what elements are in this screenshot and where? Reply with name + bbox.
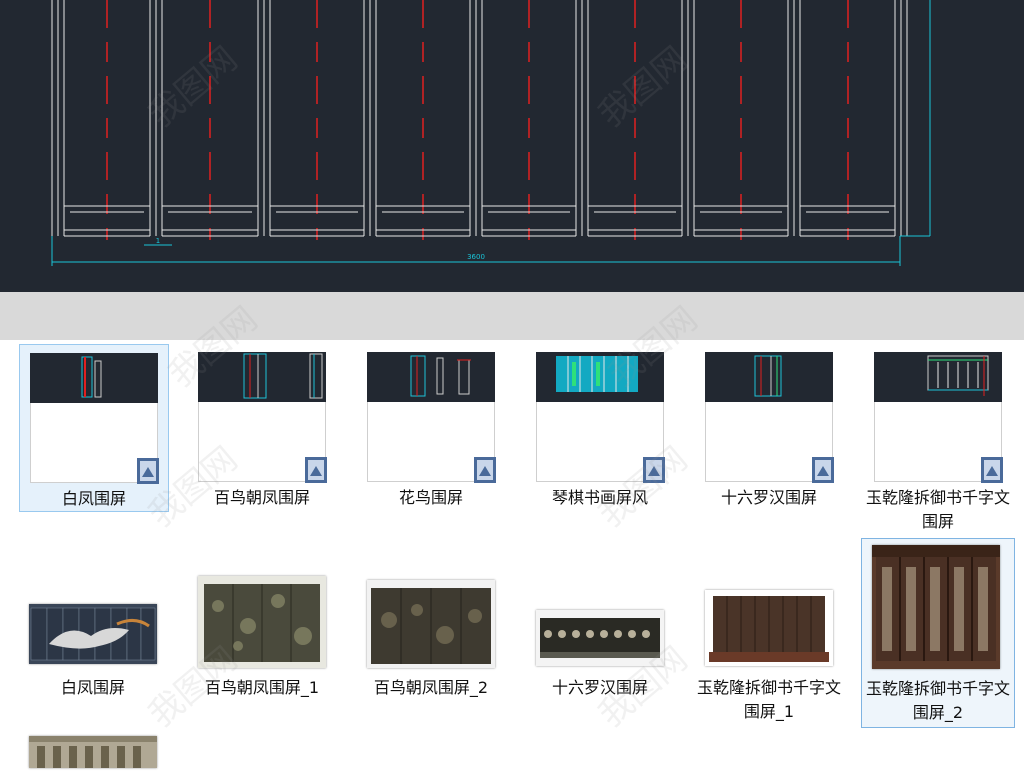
dwg-file-icon: [305, 457, 327, 483]
dwg-file-icon: [812, 457, 834, 483]
file-item[interactable]: 十六罗汉围屏: [526, 540, 674, 708]
dwg-thumbnail: [874, 352, 1003, 483]
image-thumbnail: [536, 610, 664, 666]
file-item[interactable]: 十六罗汉围屏: [695, 344, 843, 510]
file-label: 百鸟朝凤围屏_2: [373, 678, 489, 697]
image-thumbnail: [367, 580, 495, 668]
file-item[interactable]: [19, 732, 167, 768]
file-item[interactable]: 琴棋书画屏风: [526, 344, 674, 510]
image-thumbnail: [198, 576, 326, 668]
file-item[interactable]: 百鸟朝凤围屏_2: [357, 540, 505, 708]
file-label: 白凤围屏: [60, 678, 125, 697]
file-explorer: 白凤围屏 百鸟朝凤围屏 花鸟围屏 琴棋书画屏风 十六罗汉围屏 玉乾隆拆御书千字文…: [6, 340, 1018, 768]
cad-drawing: 1 3600: [51, 0, 931, 266]
file-label: 白凤围屏: [61, 489, 126, 508]
panel-divider: [0, 292, 1024, 340]
file-label: 玉乾隆拆御书千字文围屏_2: [865, 679, 1010, 722]
file-label: 百鸟朝凤围屏_1: [204, 678, 320, 697]
dwg-file-icon: [474, 457, 496, 483]
image-thumbnail: [29, 736, 157, 768]
file-item[interactable]: 百鸟朝凤围屏_1: [188, 540, 336, 708]
dwg-thumbnail: [30, 353, 159, 484]
file-label: 百鸟朝凤围屏: [213, 488, 310, 507]
total-dimension-text: 3600: [467, 253, 485, 261]
dwg-thumbnail: [536, 352, 665, 483]
file-label: 十六罗汉围屏: [551, 678, 648, 697]
file-label: 玉乾隆拆御书千字文围屏_1: [696, 678, 841, 721]
file-item[interactable]: 玉乾隆拆御书千字文围屏_1: [695, 540, 843, 730]
file-label: 玉乾隆拆御书千字文围屏: [865, 488, 1010, 531]
file-item[interactable]: 花鸟围屏: [357, 344, 505, 510]
cad-preview-panel: 1 3600: [0, 0, 1024, 292]
small-dimension-text: 1: [156, 237, 160, 245]
file-item[interactable]: 白凤围屏: [19, 540, 167, 708]
file-item[interactable]: 玉乾隆拆御书千字文围屏_2: [861, 538, 1015, 728]
dwg-thumbnail: [367, 352, 496, 483]
file-label: 十六罗汉围屏: [720, 488, 817, 507]
file-label: 花鸟围屏: [398, 488, 463, 507]
dwg-thumbnail: [705, 352, 834, 483]
file-item[interactable]: 白凤围屏: [19, 344, 169, 512]
dwg-file-icon: [981, 457, 1003, 483]
image-thumbnail: [705, 590, 833, 666]
image-thumbnail: [29, 604, 157, 664]
dwg-file-icon: [643, 457, 665, 483]
file-label: 琴棋书画屏风: [551, 488, 648, 507]
dwg-thumbnail: [198, 352, 327, 483]
file-item[interactable]: 玉乾隆拆御书千字文围屏: [864, 344, 1012, 534]
image-thumbnail: [872, 545, 1000, 669]
dwg-file-icon: [137, 458, 159, 484]
file-item[interactable]: 百鸟朝凤围屏: [188, 344, 336, 510]
